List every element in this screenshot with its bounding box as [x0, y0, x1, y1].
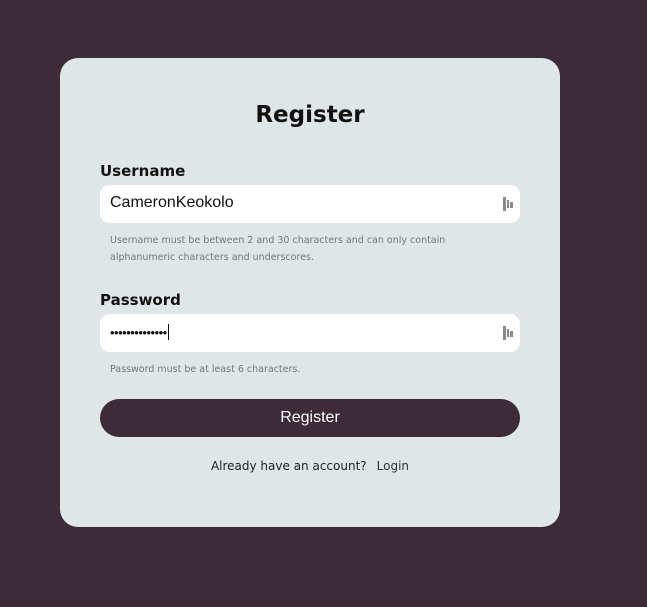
register-button[interactable]: Register [100, 399, 520, 437]
username-value: CameronKeokolo [110, 194, 234, 211]
page-title: Register [255, 102, 365, 128]
password-value-wrapper: •••••••••••••• [110, 324, 169, 340]
login-link[interactable]: Login [377, 459, 409, 473]
username-label: Username [100, 162, 186, 180]
password-helper-text: Password must be at least 6 characters. [110, 364, 301, 375]
password-masked-value: •••••••••••••• [110, 325, 167, 340]
password-label: Password [100, 291, 181, 309]
password-input[interactable]: •••••••••••••• [100, 314, 520, 352]
username-helper-text: Username must be between 2 and 30 charac… [110, 235, 446, 263]
username-input[interactable]: CameronKeokolo [100, 185, 520, 223]
password-manager-icon[interactable] [502, 325, 514, 341]
text-caret [167, 324, 169, 340]
login-prompt-text: Already have an account? [210, 459, 367, 473]
password-manager-icon[interactable] [502, 196, 514, 212]
login-prompt: Already have an account? Login [0, 459, 620, 473]
